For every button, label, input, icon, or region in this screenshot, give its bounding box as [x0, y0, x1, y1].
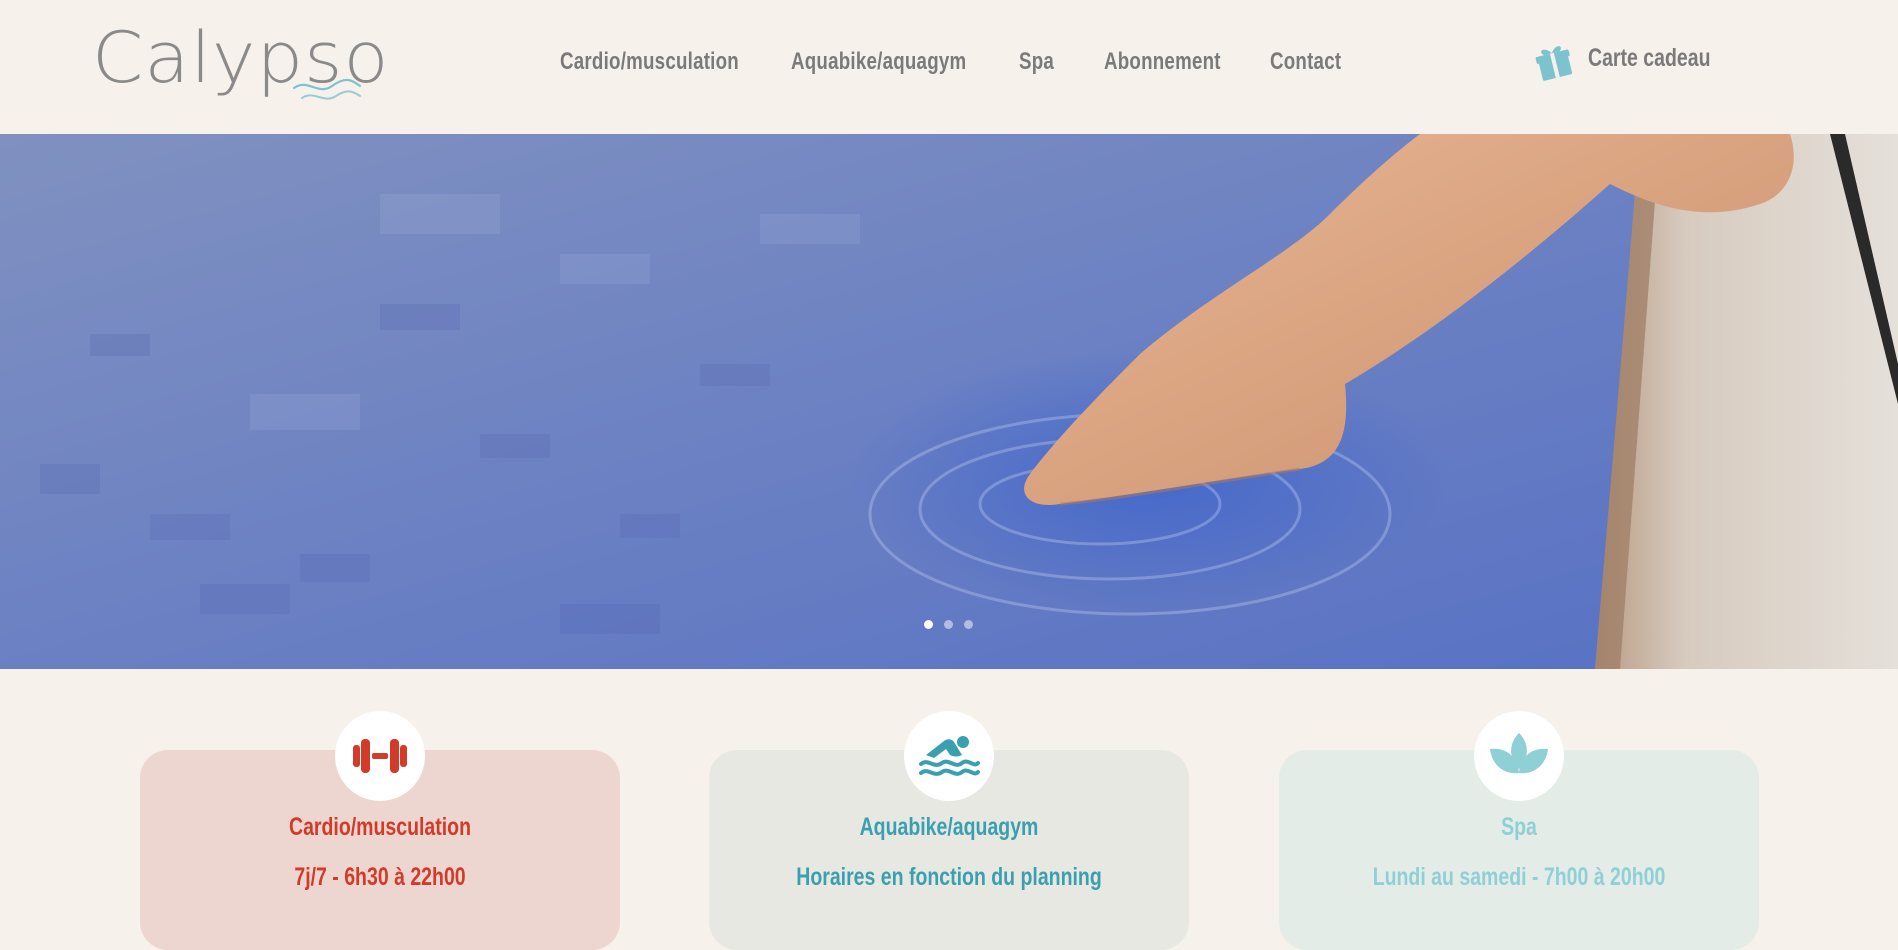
card-aquabike-hours: Horaires en fonction du planning: [796, 863, 1102, 891]
wave-icon: [292, 78, 362, 100]
hero-slider[interactable]: [0, 134, 1898, 669]
nav-item-abonnement[interactable]: Abonnement: [1104, 48, 1221, 76]
brand-logo[interactable]: Calypso: [92, 18, 389, 100]
gift-icon: [1535, 46, 1573, 81]
card-cardio-hours: 7j/7 - 6h30 à 22h00: [294, 863, 466, 891]
site-header: Calypso Cardio/musculation Aquabike/aqua…: [0, 0, 1898, 134]
card-cardio-icon-circle: [335, 711, 425, 801]
services-cards: Cardio/musculation 7j/7 - 6h30 à 22h00 A…: [0, 669, 1898, 950]
nav-item-aquabike[interactable]: Aquabike/aquagym: [791, 48, 966, 76]
pool-photo: [0, 134, 1898, 669]
dumbbell-icon: [353, 739, 407, 773]
lotus-icon: [1490, 733, 1548, 774]
carousel-dot-3[interactable]: [964, 620, 973, 629]
swimmer-icon: [919, 736, 980, 776]
card-aquabike-icon-circle: [904, 711, 994, 801]
card-spa-title: Spa: [1501, 813, 1537, 841]
carousel-dot-1[interactable]: [924, 620, 933, 629]
nav-item-contact[interactable]: Contact: [1270, 48, 1341, 76]
card-spa-icon-circle: [1474, 711, 1564, 801]
carousel-dots: [924, 620, 984, 632]
nav-item-cardio[interactable]: Cardio/musculation: [560, 48, 739, 76]
carousel-dot-2[interactable]: [944, 620, 953, 629]
card-spa-hours: Lundi au samedi - 7h00 à 20h00: [1372, 863, 1666, 891]
card-aquabike-title: Aquabike/aquagym: [859, 813, 1039, 841]
card-cardio-title: Cardio/musculation: [288, 813, 472, 841]
nav-item-spa[interactable]: Spa: [1019, 48, 1054, 76]
gift-card-label: Carte cadeau: [1588, 44, 1711, 72]
